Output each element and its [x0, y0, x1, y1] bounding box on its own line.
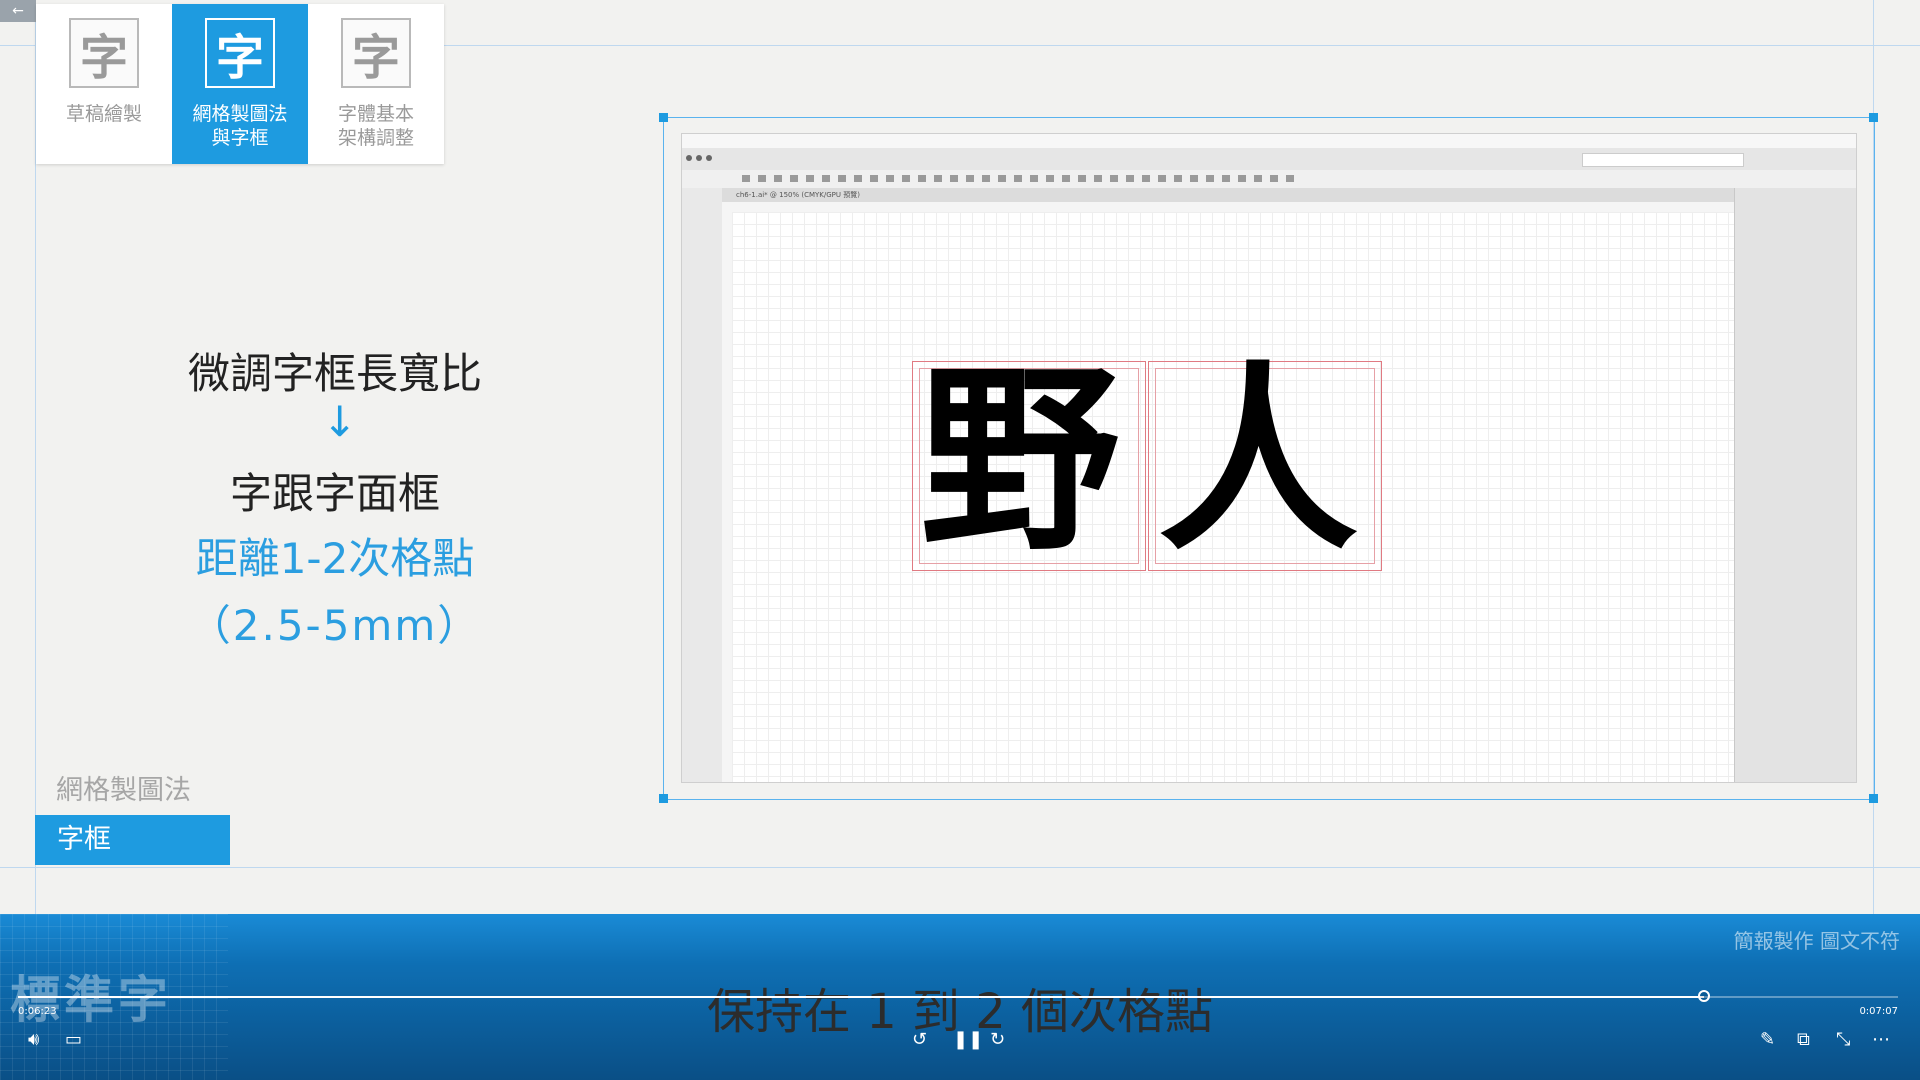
- tab-label: 網格製圖法 與字框: [192, 103, 288, 149]
- char-ren: 人: [1158, 345, 1359, 578]
- captions-icon[interactable]: ▭: [65, 1030, 82, 1050]
- tools-panel: [682, 188, 723, 782]
- tab-draft[interactable]: 字 草稿繪製: [36, 4, 172, 164]
- tab-label: 字體基本 架構調整: [337, 103, 414, 149]
- stock-search-input[interactable]: [1582, 153, 1744, 167]
- tab-grid-method[interactable]: 字 網格製圖法 與字框: [172, 4, 308, 164]
- rewind-10-icon[interactable]: ↺: [912, 1030, 927, 1050]
- resize-handle[interactable]: [1869, 113, 1878, 122]
- window-dot-icon: [706, 155, 712, 161]
- app-titlebar: [682, 148, 1856, 171]
- properties-panel: [1734, 188, 1856, 782]
- zi-glyph-icon: 字: [205, 18, 275, 88]
- app-menubar: [682, 134, 1856, 149]
- document-tab[interactable]: ch6-1.ai* @ 150% (CMYK/GPU 預覽): [722, 188, 1734, 202]
- section-title: 網格製圖法: [56, 775, 191, 806]
- time-current: 0:06:23: [18, 1006, 57, 1017]
- more-icon[interactable]: ⋯: [1872, 1030, 1890, 1050]
- note-line-1: 微調字框長寬比: [187, 349, 482, 398]
- back-button[interactable]: ←: [0, 0, 36, 22]
- window-dot-icon: [696, 155, 702, 161]
- resize-handle[interactable]: [659, 113, 668, 122]
- volume-icon[interactable]: 🔊︎: [28, 1030, 39, 1050]
- note-line-4: （2.5-5mm）: [188, 601, 482, 650]
- seek-bar-fill: [18, 996, 1705, 998]
- exit-fullscreen-icon[interactable]: ⤡: [1836, 1030, 1850, 1050]
- resize-handle[interactable]: [1869, 794, 1878, 803]
- tab-structure[interactable]: 字 字體基本 架構調整: [308, 4, 444, 164]
- note-line-3: 距離1-2次格點: [195, 534, 475, 583]
- slide: ← 字 草稿繪製 字 網格製圖法 與字框 字 字體基本 架構調整 微調字框長寬比…: [0, 0, 1920, 914]
- time-total: 0:07:07: [1859, 1006, 1898, 1017]
- seek-bar[interactable]: [18, 996, 1898, 998]
- tab-label: 草稿繪製: [65, 103, 142, 125]
- picture-in-picture-icon[interactable]: ⧉: [1797, 1030, 1810, 1050]
- watermark: 簡報製作 圖文不符: [1733, 929, 1900, 953]
- pause-icon[interactable]: ❚❚: [953, 1030, 983, 1050]
- window-dot-icon: [686, 155, 692, 161]
- arrow-down-icon: ↓: [322, 397, 358, 446]
- guide-line: [0, 867, 1920, 868]
- resize-handle[interactable]: [659, 794, 668, 803]
- zi-glyph-icon: 字: [341, 18, 411, 88]
- control-bar-items: [742, 175, 1302, 182]
- pen-icon[interactable]: ✎: [1760, 1030, 1775, 1050]
- chapter-tabs: 字 草稿繪製 字 網格製圖法 與字框 字 字體基本 架構調整: [36, 4, 444, 164]
- zi-glyph-icon: 字: [69, 18, 139, 88]
- control-bar: [682, 170, 1856, 189]
- section-tag: 字框: [35, 815, 230, 865]
- forward-30-icon[interactable]: ↻: [990, 1030, 1005, 1050]
- arrow-left-icon: ←: [12, 3, 24, 19]
- note-line-2: 字跟字面框: [229, 469, 440, 518]
- char-ye: 野: [920, 345, 1121, 578]
